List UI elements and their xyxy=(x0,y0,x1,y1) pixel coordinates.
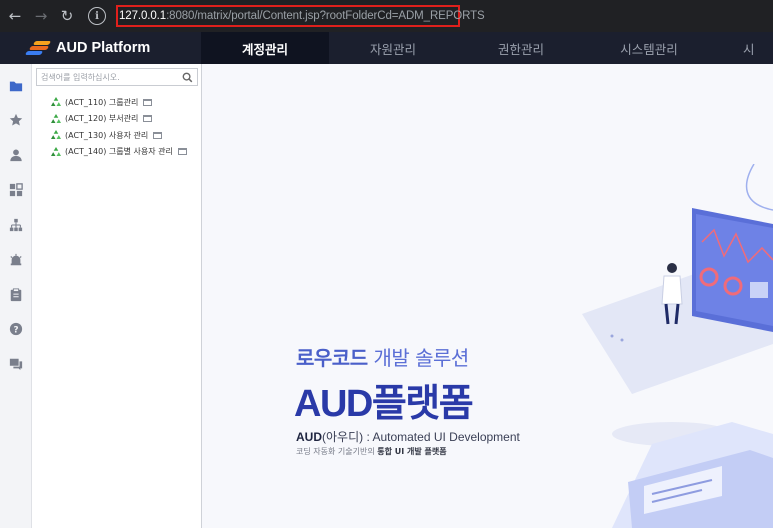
logo[interactable]: AUD Platform xyxy=(0,39,201,57)
content-area: 로우코드 개발 솔루션 AUD플랫폼 AUD(아우디) : Automated … xyxy=(202,64,773,528)
main-nav: 계정관리 자원관리 권한관리 시스템관리 시 xyxy=(201,32,773,64)
org-chart-icon[interactable] xyxy=(8,217,24,233)
reload-icon[interactable]: ↻ xyxy=(56,5,78,27)
recycle-icon xyxy=(51,97,61,107)
recycle-icon xyxy=(51,113,61,123)
tab-overflow[interactable]: 시 xyxy=(713,32,773,64)
tree-item-act-130[interactable]: (ACT_130) 사용자 관리 xyxy=(50,127,187,144)
url-text: 127.0.0.1:8080/matrix/portal/Content.jsp… xyxy=(119,10,485,22)
icon-rail: ? xyxy=(0,64,32,528)
window-icon xyxy=(177,148,187,156)
back-icon[interactable]: ← xyxy=(4,5,26,27)
window-icon xyxy=(143,98,153,106)
hero-title: AUD플랫폼 xyxy=(294,381,474,425)
tab-system-management[interactable]: 시스템관리 xyxy=(585,32,713,64)
forward-icon[interactable]: → xyxy=(30,5,52,27)
tree-item-act-140[interactable]: (ACT_140) 그룹별 사용자 관리 xyxy=(50,144,187,161)
app-header: AUD Platform 계정관리 자원관리 권한관리 시스템관리 시 xyxy=(0,32,773,64)
recycle-icon xyxy=(51,146,61,156)
dashboard-icon[interactable] xyxy=(8,182,24,198)
svg-text:?: ? xyxy=(13,326,18,336)
user-icon[interactable] xyxy=(8,147,24,163)
hero-subtitle: 로우코드 개발 솔루션 xyxy=(296,346,469,370)
hero-tagline: 코딩 자동화 기술기반의 통합 UI 개발 플랫폼 xyxy=(296,447,447,456)
help-icon[interactable]: ? xyxy=(8,321,24,337)
tab-permission-management[interactable]: 권한관리 xyxy=(457,32,585,64)
browser-toolbar: ← → ↻ i 127.0.0.1:8080/matrix/portal/Con… xyxy=(0,0,773,32)
window-icon xyxy=(143,115,153,123)
search-icon[interactable] xyxy=(181,71,193,83)
window-icon xyxy=(153,131,163,139)
folder-icon[interactable] xyxy=(8,78,24,94)
tree-item-act-110[interactable]: (ACT_110) 그룹관리 xyxy=(50,94,187,111)
tree-panel: (ACT_110) 그룹관리 (ACT_120) 부서관리 (ACT_130) … xyxy=(32,64,202,528)
logo-text: AUD Platform xyxy=(56,40,151,56)
chat-icon[interactable] xyxy=(8,356,24,372)
hero-illustration xyxy=(582,164,773,528)
logo-icon xyxy=(24,39,52,57)
tree-search-input[interactable] xyxy=(37,70,177,84)
tree-search xyxy=(36,68,198,86)
hero-description: AUD(아우디) : Automated UI Development xyxy=(296,430,520,444)
tree-list: (ACT_110) 그룹관리 (ACT_120) 부서관리 (ACT_130) … xyxy=(50,94,187,160)
alarm-icon[interactable] xyxy=(8,252,24,268)
tree-item-act-120[interactable]: (ACT_120) 부서관리 xyxy=(50,111,187,128)
star-icon[interactable] xyxy=(8,112,24,128)
tab-account-management[interactable]: 계정관리 xyxy=(201,32,329,64)
site-info-icon[interactable]: i xyxy=(88,7,106,25)
tab-resource-management[interactable]: 자원관리 xyxy=(329,32,457,64)
clipboard-icon[interactable] xyxy=(8,287,24,303)
address-bar[interactable]: 127.0.0.1:8080/matrix/portal/Content.jsp… xyxy=(116,5,485,27)
recycle-icon xyxy=(51,130,61,140)
